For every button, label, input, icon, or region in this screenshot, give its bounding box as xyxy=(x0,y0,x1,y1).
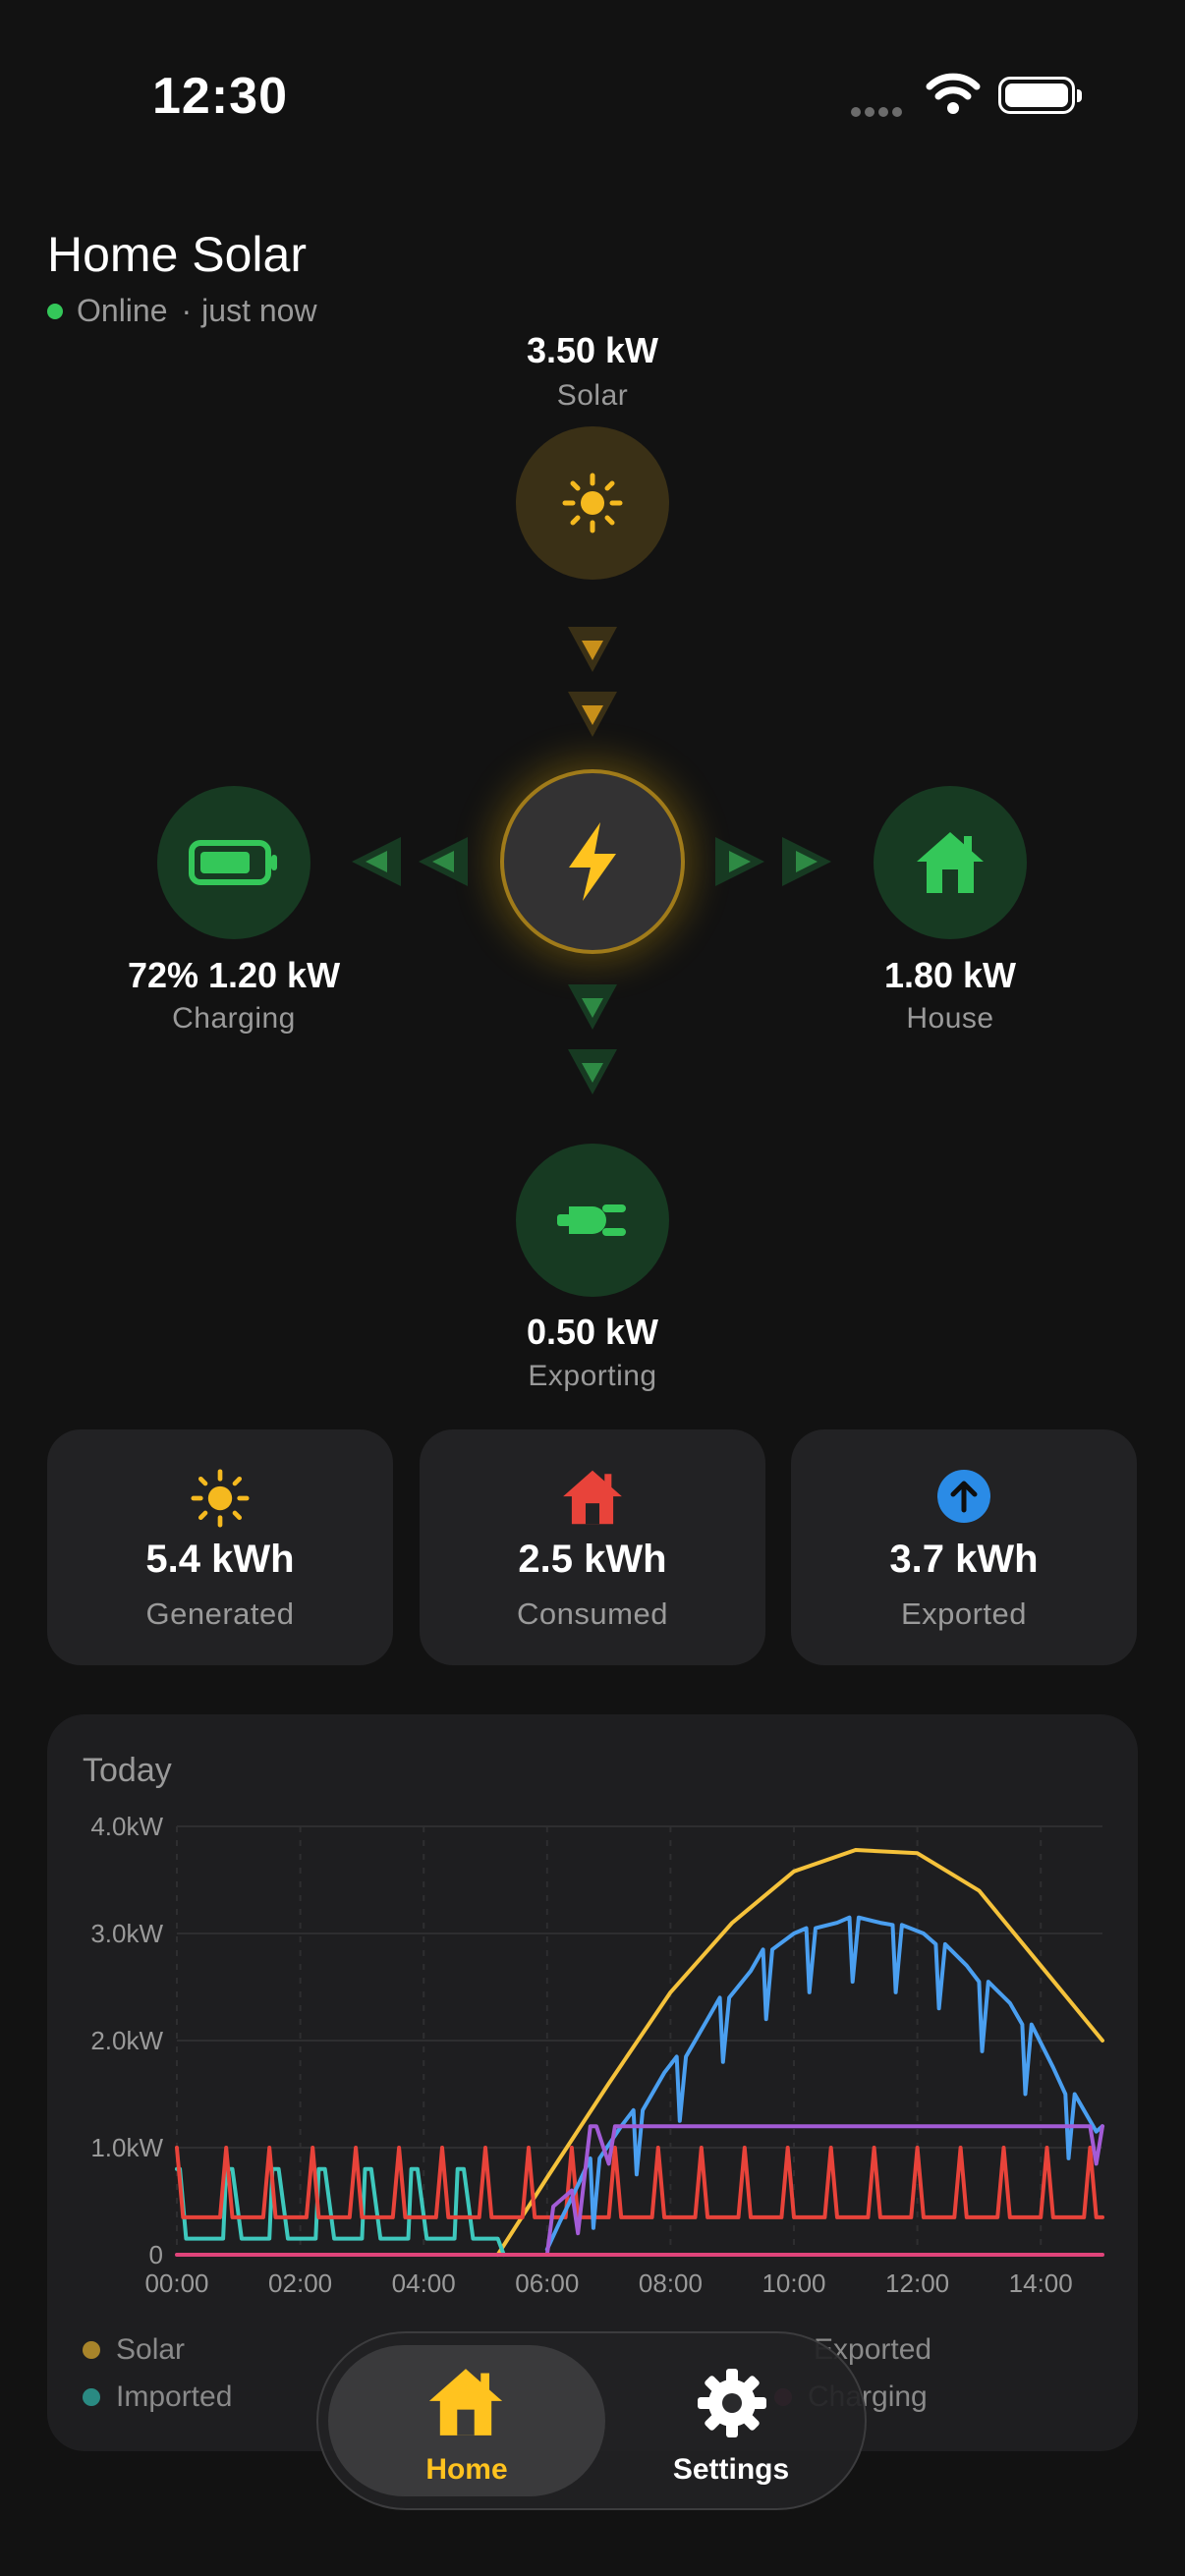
legend-solar: Solar xyxy=(83,2333,185,2367)
house-icon xyxy=(917,832,984,893)
updated-text: just now xyxy=(201,293,317,328)
status-dot-icon xyxy=(47,303,63,319)
consumed-value: 2.5 kWh xyxy=(518,1538,667,1581)
legend-imported-swatch xyxy=(83,2388,100,2406)
tab-home[interactable]: Home xyxy=(328,2345,605,2496)
x-tick-label: 06:00 xyxy=(515,2268,579,2298)
y-tick-label: 4.0kW xyxy=(90,1812,163,1841)
gear-icon xyxy=(698,2369,766,2437)
status-text: Online xyxy=(77,293,168,328)
y-tick-label: 3.0kW xyxy=(90,1919,163,1948)
cellular-signal-icon xyxy=(851,104,906,117)
grid-value: 0.50 kW xyxy=(526,1312,659,1352)
arrow-up-circle-icon xyxy=(937,1470,990,1523)
online-status: Online · just now xyxy=(47,293,317,329)
plug-icon xyxy=(557,1204,626,1236)
solar-node[interactable] xyxy=(516,426,669,580)
legend-solar-swatch xyxy=(83,2341,100,2359)
house-label: House xyxy=(906,1002,994,1035)
separator: · xyxy=(181,293,193,328)
battery-node[interactable] xyxy=(157,786,310,939)
series-line-charging xyxy=(544,2124,1104,2257)
lightning-icon xyxy=(569,822,616,901)
generated-label: Generated xyxy=(145,1596,295,1631)
x-tick-label: 04:00 xyxy=(392,2268,456,2298)
y-tick-label: 2.0kW xyxy=(90,2026,163,2055)
x-tick-label: 14:00 xyxy=(1009,2268,1073,2298)
status-time: 12:30 xyxy=(152,68,288,125)
x-tick-label: 10:00 xyxy=(762,2268,825,2298)
inverter-hub[interactable] xyxy=(500,769,685,954)
exported-value: 3.7 kWh xyxy=(889,1538,1039,1581)
battery-label: Charging xyxy=(172,1002,296,1035)
battery-icon xyxy=(998,77,1082,114)
tab-settings[interactable]: Settings xyxy=(613,2345,849,2496)
flow-arrows-solar xyxy=(568,627,617,737)
flow-arrows-battery xyxy=(352,837,468,886)
exported-card[interactable]: 3.7 kWh Exported xyxy=(791,1429,1137,1665)
house-node[interactable] xyxy=(874,786,1027,939)
consumed-label: Consumed xyxy=(517,1596,668,1631)
solar-value: 3.50 kW xyxy=(526,330,659,370)
grid-label: Exporting xyxy=(528,1360,657,1392)
legend-solar-label: Solar xyxy=(116,2333,186,2366)
generated-value: 5.4 kWh xyxy=(145,1538,295,1581)
flow-arrows-house xyxy=(715,837,831,886)
sun-icon xyxy=(562,473,623,533)
consumed-card[interactable]: 2.5 kWh Consumed xyxy=(420,1429,765,1665)
y-tick-label: 1.0kW xyxy=(90,2133,163,2162)
battery-value: 72% 1.20 kW xyxy=(127,955,341,995)
x-tick-label: 12:00 xyxy=(885,2268,949,2298)
legend-imported: Imported xyxy=(83,2380,232,2414)
series-line-solar xyxy=(495,1848,1104,2257)
house-value: 1.80 kW xyxy=(883,955,1017,995)
legend-imported-label: Imported xyxy=(116,2380,233,2413)
tab-bar: Home Settings xyxy=(316,2331,867,2510)
house-icon xyxy=(428,2369,503,2436)
sun-icon xyxy=(191,1469,250,1528)
generated-card[interactable]: 5.4 kWh Generated xyxy=(47,1429,393,1665)
house-icon xyxy=(563,1470,622,1525)
y-tick-label: 0 xyxy=(149,2240,163,2269)
series-line-imported xyxy=(175,2166,506,2257)
flow-arrows-grid xyxy=(568,984,617,1094)
x-tick-label: 00:00 xyxy=(144,2268,208,2298)
exported-label: Exported xyxy=(900,1596,1028,1631)
battery-charging-icon xyxy=(189,840,277,885)
x-tick-label: 02:00 xyxy=(268,2268,332,2298)
page-title: Home Solar xyxy=(47,227,307,282)
solar-label: Solar xyxy=(556,379,629,412)
wifi-icon xyxy=(926,71,981,121)
grid-node[interactable] xyxy=(516,1144,669,1297)
tab-home-label: Home xyxy=(425,2453,508,2486)
x-tick-label: 08:00 xyxy=(639,2268,703,2298)
tab-settings-label: Settings xyxy=(672,2453,790,2486)
